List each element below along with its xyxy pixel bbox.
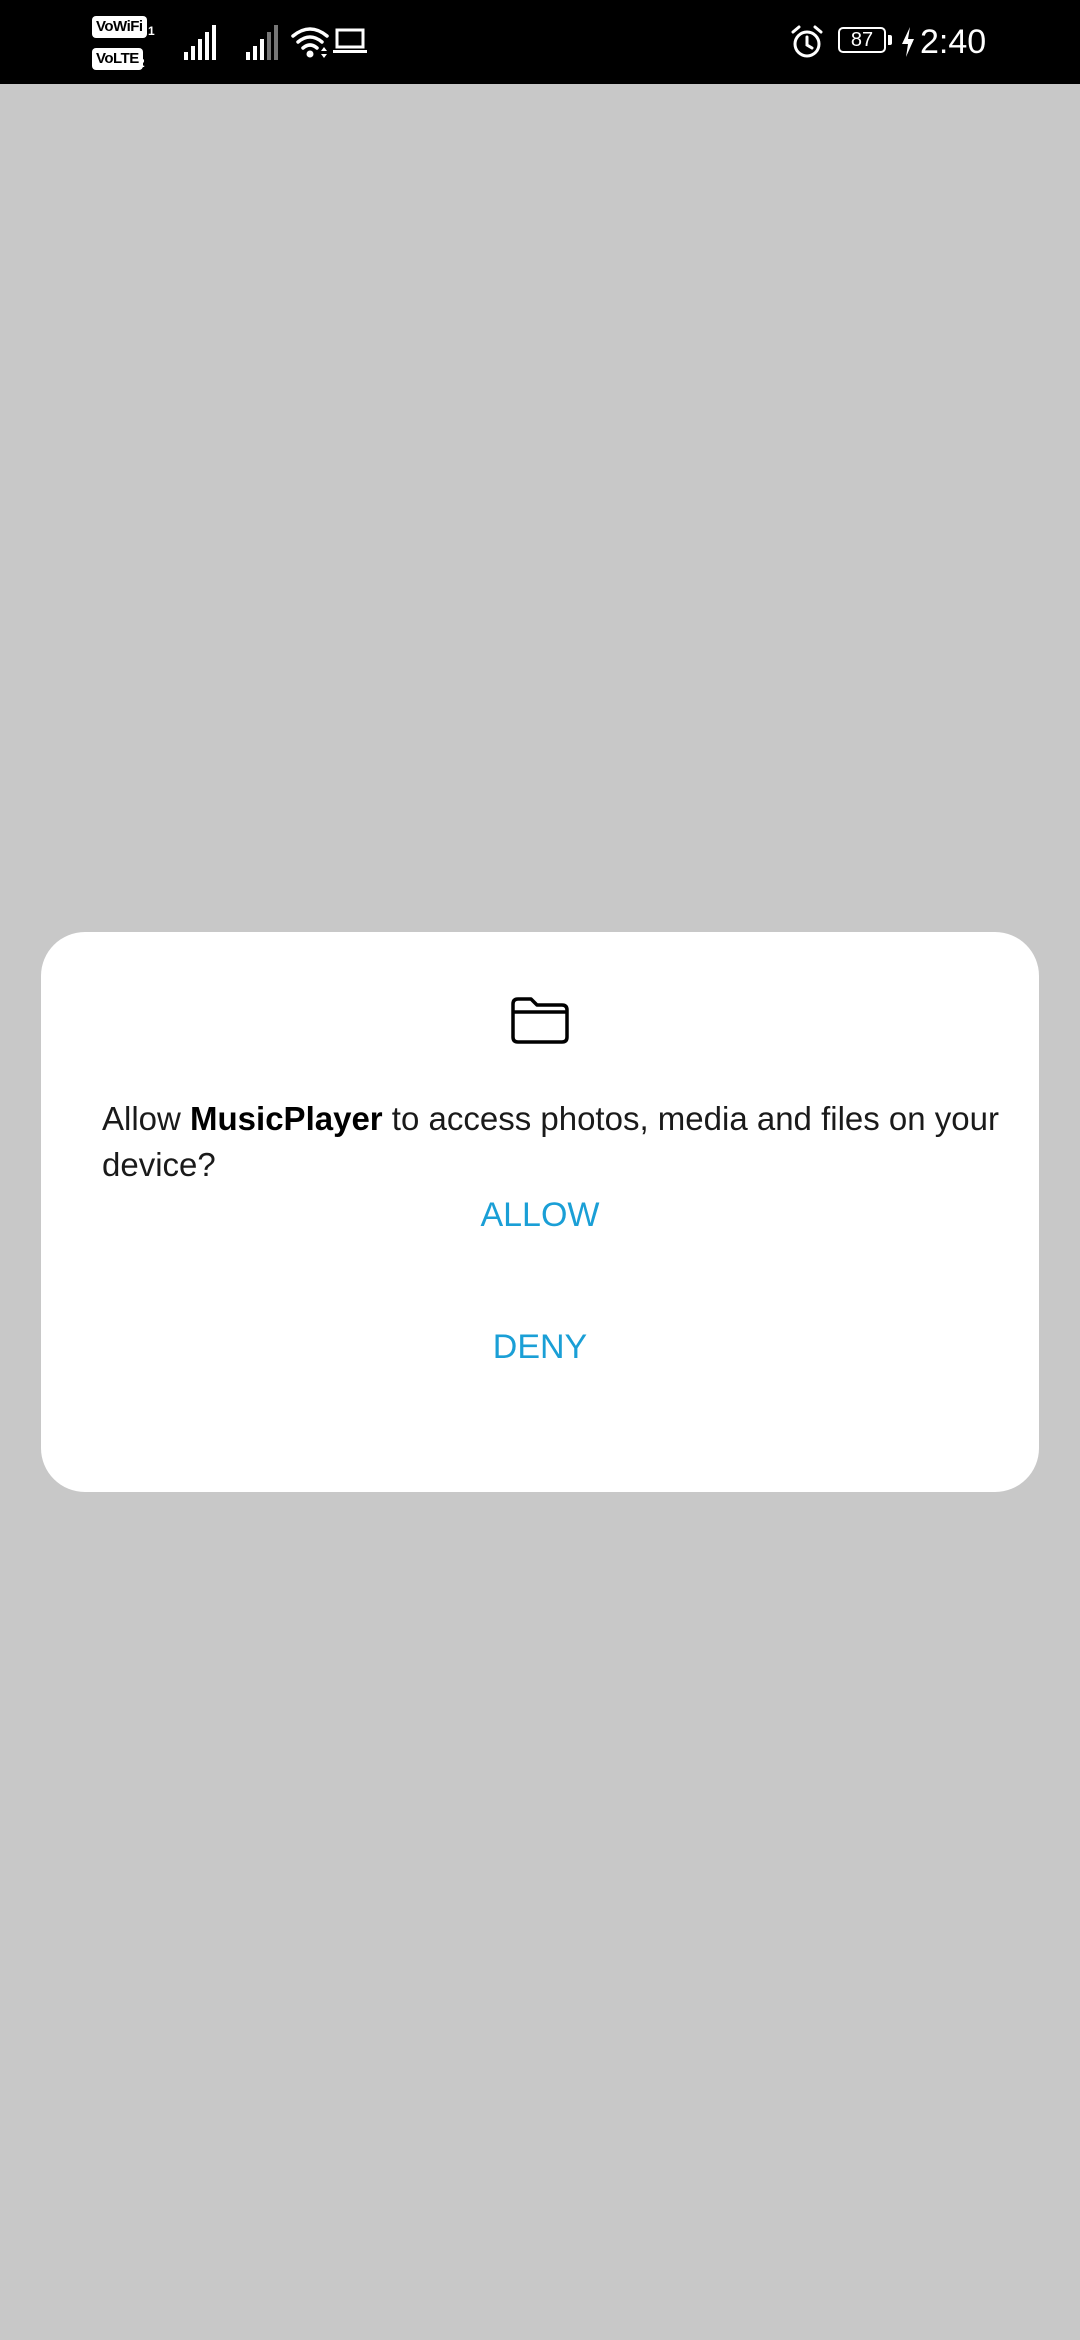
battery-icon: 87 bbox=[838, 27, 892, 55]
signal-icon bbox=[246, 25, 278, 60]
vowifi-icon: VoWiFi bbox=[92, 16, 147, 38]
laptop-icon bbox=[333, 28, 367, 53]
wifi-icon bbox=[291, 27, 329, 58]
folder-icon bbox=[511, 997, 569, 1044]
battery-level: 87 bbox=[838, 27, 886, 53]
deny-button[interactable]: DENY bbox=[41, 1292, 1039, 1402]
clock: 2:40 bbox=[920, 23, 987, 61]
sim-indicators: VoWiFi 1 VoLTE 2 bbox=[92, 14, 162, 72]
permission-dialog: Allow MusicPlayer to access photos, medi… bbox=[41, 932, 1039, 1492]
app-name: MusicPlayer bbox=[190, 1100, 383, 1137]
charging-icon bbox=[902, 27, 914, 57]
sim1-number: 1 bbox=[148, 24, 155, 38]
volte-icon: VoLTE bbox=[92, 48, 143, 70]
sim2-number: 2 bbox=[138, 56, 145, 70]
allow-button[interactable]: ALLOW bbox=[41, 1160, 1039, 1270]
alarm-icon bbox=[791, 25, 823, 58]
status-bar: VoWiFi 1 VoLTE 2 87 2:40 bbox=[0, 0, 1080, 84]
signal-icon bbox=[184, 25, 216, 60]
message-prefix: Allow bbox=[102, 1100, 191, 1137]
